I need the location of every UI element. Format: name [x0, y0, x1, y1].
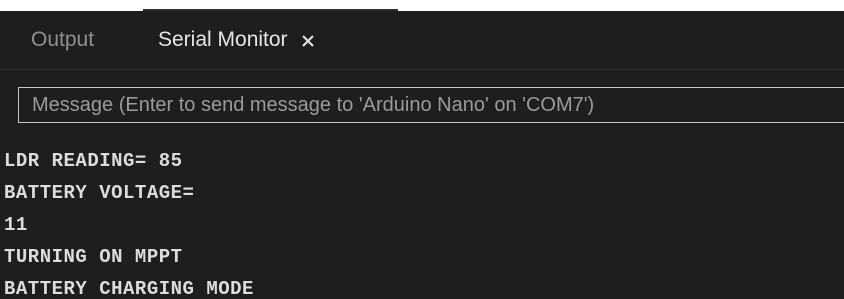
top-strip	[0, 0, 844, 11]
message-input-container	[18, 87, 844, 123]
output-line: TURNING ON MPPT	[4, 246, 183, 268]
message-input[interactable]	[19, 88, 844, 122]
output-line: BATTERY VOLTAGE=	[4, 182, 195, 204]
tab-serial-monitor[interactable]: Serial Monitor	[158, 11, 318, 69]
output-line: BATTERY CHARGING MODE	[4, 278, 254, 299]
serial-monitor-panel: Output Serial Monitor LDR READING= 85 BA…	[0, 11, 844, 299]
output-line: LDR READING= 85	[4, 150, 183, 172]
tab-output[interactable]: Output	[31, 11, 94, 69]
tab-serial-monitor-label: Serial Monitor	[158, 28, 288, 51]
panel-tab-bar: Output Serial Monitor	[0, 11, 844, 70]
output-line: 11	[4, 214, 28, 236]
serial-output-area[interactable]: LDR READING= 85 BATTERY VOLTAGE= 11 TURN…	[0, 145, 844, 299]
tab-output-label: Output	[31, 28, 95, 51]
close-icon[interactable]	[300, 31, 318, 49]
